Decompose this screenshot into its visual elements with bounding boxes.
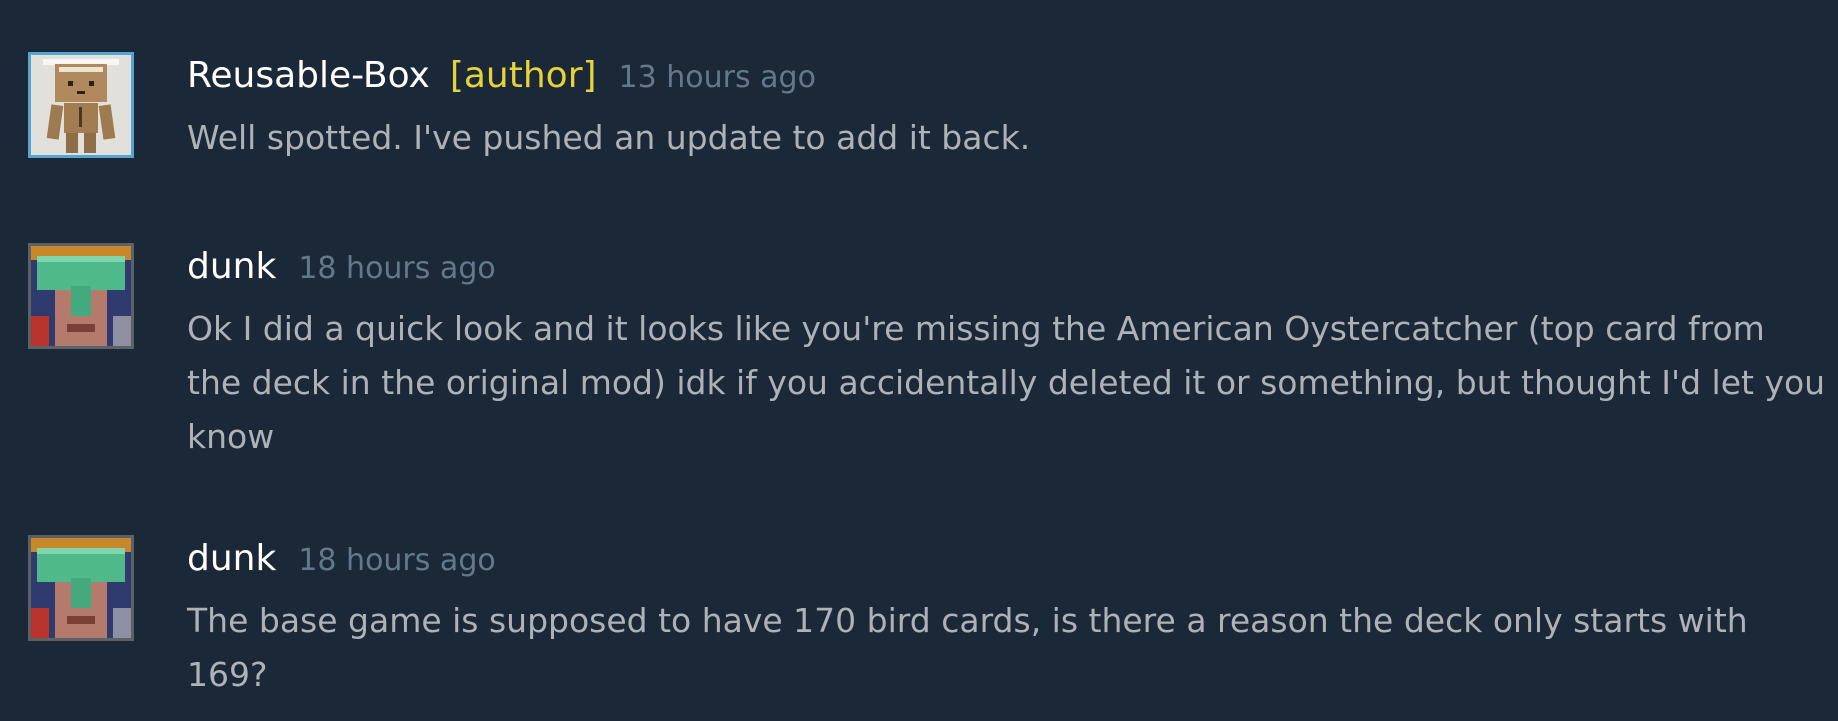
comment-item: Reusable-Box [author] 13 hours ago Well sp…	[0, 52, 1838, 172]
comment-text: Ok I did a quick look and it looks like …	[187, 309, 1836, 456]
comment-item: dunk 18 hours ago The base game is suppos…	[0, 535, 1838, 715]
comment-author-name[interactable]: dunk	[187, 246, 276, 287]
comment-item: dunk 18 hours ago Ok I did a quick look a…	[0, 243, 1838, 463]
comment-timestamp: 13 hours ago	[618, 60, 816, 95]
comment-author-name[interactable]: dunk	[187, 538, 276, 579]
comment-timestamp: 18 hours ago	[298, 251, 496, 286]
box-robot-avatar-icon[interactable]	[28, 52, 134, 158]
comment-author-name[interactable]: Reusable-Box	[187, 55, 430, 96]
author-badge: [author]	[449, 55, 597, 96]
comment-header: Reusable-Box [author] 13 hours ago	[187, 52, 816, 100]
comment-thread: Reusable-Box [author] 13 hours ago Well sp…	[0, 0, 1838, 721]
comment-header: dunk 18 hours ago	[187, 243, 496, 291]
comment-text: The base game is supposed to have 170 bi…	[187, 601, 1759, 694]
comment-timestamp: 18 hours ago	[298, 543, 496, 578]
comment-header: dunk 18 hours ago	[187, 535, 496, 583]
user-avatar-icon[interactable]	[28, 243, 134, 349]
user-avatar-icon[interactable]	[28, 535, 134, 641]
comment-text: Well spotted. I've pushed an update to a…	[187, 118, 1031, 157]
